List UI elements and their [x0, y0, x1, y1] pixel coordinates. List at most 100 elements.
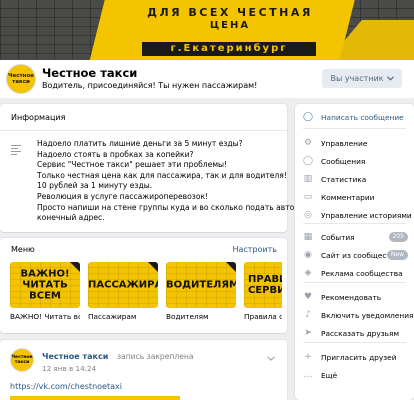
add-user-icon: + [304, 352, 312, 362]
info-line: 10 рублей за 1 минуту езды. [37, 181, 153, 191]
menu-item-image-text: ПАССАЖИРАМ [88, 279, 158, 291]
cover-city: г.Екатеринбург [142, 42, 316, 56]
info-line: Сервис "Честное такси" решает эти пробле… [37, 160, 228, 170]
corner-ribbon [226, 262, 236, 272]
chat-bubble-icon: ◯ [302, 112, 314, 122]
sidebar-item[interactable]: ▦ События 205 [295, 228, 414, 246]
more-icon: … [303, 370, 313, 380]
sidebar-item-label: Статистика [321, 174, 367, 184]
count-badge: New [386, 250, 408, 260]
menu-title: Меню [11, 245, 35, 254]
sidebar-item-label: Управление историями [321, 210, 412, 220]
sidebar-item[interactable]: ♥ Рекомендовать [295, 288, 414, 306]
lines-icon [11, 145, 21, 157]
post-image[interactable] [10, 396, 180, 400]
sidebar-item[interactable]: ▥ Статистика [295, 170, 414, 188]
bell-icon: ♪ [305, 310, 311, 320]
sidebar-item[interactable]: ➤ Рассказать друзьям [295, 324, 414, 342]
sidebar-item-label: Написать сообщение [321, 112, 404, 122]
sidebar-item[interactable]: ◎ Управление историями [295, 206, 414, 224]
post-link[interactable]: https://vk.com/chestnoetaxi [10, 382, 122, 391]
sidebar-item-label: События [321, 232, 355, 242]
sidebar-item[interactable]: ♪ Включить уведомления [295, 306, 414, 324]
menu-item-image: ВОДИТЕЛЯМ [166, 262, 236, 308]
info-line: Надоело стоять в пробках за копейки? [37, 149, 194, 159]
info-block: Информация Надоело платить лишние деньги… [0, 104, 302, 232]
menu-item[interactable]: ПАССАЖИРАМ Пассажирам [88, 262, 158, 322]
megaphone-share-icon: ➤ [304, 328, 312, 338]
menu-item[interactable]: ВОДИТЕЛЯМ Водителям [166, 262, 236, 322]
menu-block: Меню Настроить ВАЖНО! ЧИТАТЬ ВСЕМ ВАЖНО!… [0, 238, 287, 333]
group-avatar[interactable]: Честное такси [6, 64, 36, 94]
sidebar-item-label: Комментарии [321, 192, 375, 202]
megaphone-icon: ◈ [304, 268, 312, 278]
menu-setup-link[interactable]: Настроить [232, 245, 277, 254]
divider [0, 130, 287, 131]
gear-icon: ⚙ [303, 138, 313, 148]
menu-item-image: ВАЖНО! ЧИТАТЬ ВСЕМ [10, 262, 80, 308]
corner-ribbon [148, 262, 158, 272]
menu-item-caption: Водителям [166, 312, 209, 321]
post-avatar[interactable]: Честное такси [10, 348, 34, 372]
chevron-down-icon [386, 74, 394, 83]
cover-slogan-line1: ДЛЯ ВСЕХ ЧЕСТНАЯ [147, 6, 313, 19]
cover-slogan-line2: ЦЕНА [209, 20, 251, 31]
stats-icon: ▥ [303, 174, 313, 184]
menu-item-caption: ВАЖНО! Читать все... [10, 312, 80, 321]
sidebar-item[interactable]: ◯ Написать сообщение [295, 108, 414, 126]
sidebar-item-label: Управление [321, 138, 368, 148]
sidebar-item-label: Сообщения [321, 156, 366, 166]
info-line: Только честная цена как для пассажира, т… [37, 170, 287, 180]
sidebar-item-label: Рассказать друзьям [321, 328, 400, 338]
info-title: Информация [11, 113, 66, 122]
sidebar-item[interactable]: ◯ Сообщения [295, 152, 414, 170]
app-icon: ◉ [304, 250, 312, 260]
pinned-post: Честное такси Честное такси запись закре… [0, 340, 287, 400]
menu-item-caption: Правила се [244, 312, 282, 321]
info-description: Надоело платить лишние деньги за 5 минут… [37, 139, 302, 224]
calendar-icon: ▦ [303, 232, 313, 242]
post-author-link[interactable]: Честное такси [42, 352, 108, 361]
menu-item-image: ПРАВИ СЕРВИ [244, 262, 282, 308]
post-pinned-label: запись закреплена [117, 352, 194, 361]
member-status-label: Вы участник [330, 74, 384, 83]
sidebar-item-label: Ещё [321, 370, 338, 380]
like-icon: ♥ [303, 292, 313, 302]
menu-item-image-text: ВАЖНО! ЧИТАТЬ ВСЕМ [20, 268, 70, 302]
sidebar-item[interactable]: ◉ Сайт из сообщества New [295, 246, 414, 264]
sidebar-item[interactable]: + Пригласить друзей [295, 348, 414, 366]
member-status-button[interactable]: Вы участник [322, 69, 402, 88]
sidebar-item[interactable]: … Ещё [295, 366, 414, 384]
divider [303, 128, 406, 129]
sidebar-item[interactable]: ▭ Комментарии [295, 188, 414, 206]
stories-icon: ◎ [304, 210, 312, 220]
info-line: Просто напиши на стене группы куда и во … [37, 202, 302, 212]
group-header: Честное такси Честное такси Водитель, пр… [0, 60, 414, 98]
menu-item[interactable]: ПРАВИ СЕРВИ Правила се [244, 262, 282, 322]
menu-item[interactable]: ВАЖНО! ЧИТАТЬ ВСЕМ ВАЖНО! Читать все... [10, 262, 80, 322]
sidebar-item[interactable]: ⚙ Управление [295, 134, 414, 152]
sidebar-item-label: Рекомендовать [321, 292, 382, 302]
message-icon: ◯ [302, 156, 314, 166]
count-badge: 205 [388, 232, 408, 242]
menu-item-image: ПАССАЖИРАМ [88, 262, 158, 308]
menu-item-image-text: ВОДИТЕЛЯМ [166, 279, 236, 291]
group-status: Водитель, присоединяйся! Ты нужен пассаж… [42, 81, 258, 90]
sidebar-item-label: Реклама сообщества [321, 268, 403, 278]
divider [303, 282, 406, 283]
group-cover: ДЛЯ ВСЕХ ЧЕСТНАЯ ЦЕНА г.Екатеринбург [0, 0, 414, 60]
sidebar-item[interactable]: ◈ Реклама сообщества [295, 264, 414, 282]
info-line: Надоело платить лишние деньги за 5 минут… [37, 139, 243, 148]
avatar-text-line2: такси [12, 79, 30, 85]
group-name: Честное такси [42, 66, 138, 80]
sidebar-item-label: Включить уведомления [321, 310, 414, 320]
divider [303, 342, 406, 343]
sidebar-actions: ◯ Написать сообщение ⚙ Управление ◯ Сообщения… [295, 104, 414, 400]
info-line: конечный адрес. [37, 213, 105, 223]
post-date[interactable]: 12 янв в 14:24 [42, 364, 96, 373]
info-line: Революция в услуге пассажироперевозок! [37, 191, 209, 201]
post-avatar-text-line2: такси [14, 360, 30, 365]
sidebar-item-label: Пригласить друзей [321, 352, 397, 362]
menu-item-image-text: ПРАВИ СЕРВИ [248, 274, 282, 296]
post-menu-chevron-icon[interactable] [267, 354, 275, 363]
